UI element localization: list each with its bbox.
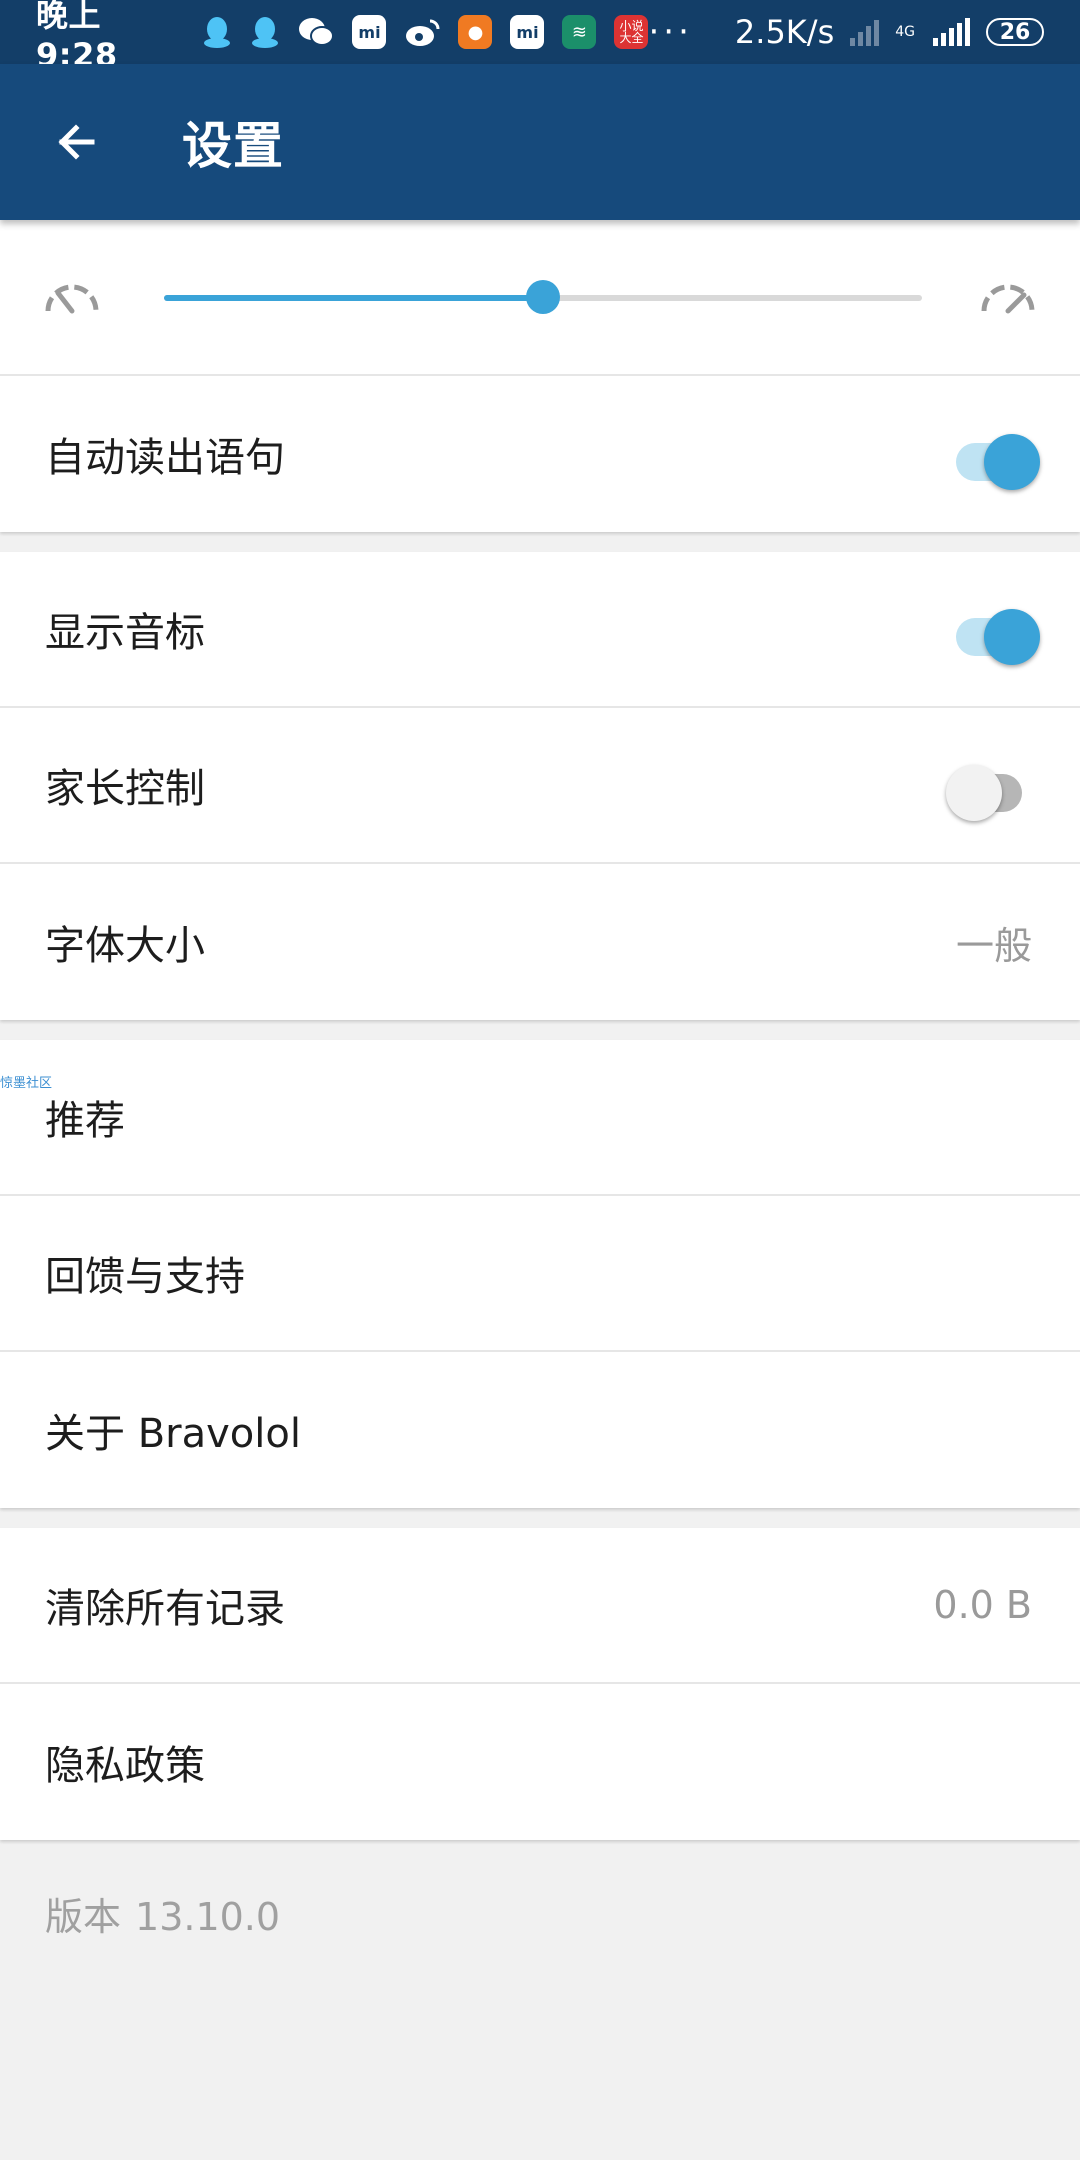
app-green-icon: ≋: [562, 15, 597, 49]
show-phonetic-row[interactable]: 显示音标: [0, 552, 1080, 708]
clear-history-row[interactable]: 清除所有记录 0.0 B: [0, 1528, 1080, 1684]
cell-signal-icon: [933, 18, 970, 46]
parental-control-label: 家长控制: [45, 766, 205, 812]
recommend-label: 推荐: [45, 1098, 125, 1144]
back-button[interactable]: [36, 102, 116, 182]
speedometer-slow-icon: [45, 284, 99, 314]
auto-read-toggle[interactable]: [952, 424, 1040, 490]
mi-store-icon: mi: [510, 15, 545, 49]
qq-icon: [252, 17, 279, 48]
display-settings-group: 显示音标 家长控制 字体大小 一般: [0, 552, 1080, 1020]
data-group: 清除所有记录 0.0 B 隐私政策: [0, 1528, 1080, 1840]
back-arrow-icon: [58, 124, 95, 160]
network-speed: 2.5K/s: [734, 13, 835, 51]
battery-icon: 26: [986, 18, 1044, 46]
status-bar: 晚上9:28 mi ● mi ≋ 小说大全 ··· 2.5K/s 4G 26: [0, 0, 1080, 74]
parental-control-row[interactable]: 家长控制: [0, 708, 1080, 864]
toggle-knob: [946, 765, 1002, 821]
version-label: 版本: [45, 1895, 122, 1939]
auto-read-label: 自动读出语句: [45, 435, 285, 481]
page-title: 设置: [182, 117, 284, 175]
novel-app-icon: 小说大全: [614, 15, 649, 49]
more-notifications-icon: ···: [648, 12, 693, 52]
toggle-knob: [984, 434, 1040, 490]
wifi-signal-icon: [850, 18, 880, 46]
slider-fill: [164, 295, 543, 301]
about-row[interactable]: 关于 Bravolol: [0, 1352, 1080, 1508]
feedback-label: 回馈与支持: [45, 1254, 245, 1300]
watermark-text: 惊墨社区: [0, 1076, 53, 1091]
privacy-policy-row[interactable]: 隐私政策: [0, 1684, 1080, 1840]
recommend-row[interactable]: 惊墨社区 推荐: [0, 1040, 1080, 1196]
font-size-value: 一般: [955, 923, 1032, 968]
notification-icons: mi ● mi ≋ 小说大全: [202, 15, 649, 49]
about-label: 关于 Bravolol: [45, 1411, 301, 1457]
auto-read-row[interactable]: 自动读出语句: [0, 376, 1080, 532]
about-group: 惊墨社区 推荐 回馈与支持 关于 Bravolol: [0, 1040, 1080, 1508]
reading-settings-group: 自动读出语句: [0, 220, 1080, 532]
mi-store-icon: mi: [352, 15, 387, 49]
version-number: 13.10.0: [135, 1895, 281, 1939]
qq-icon: [204, 17, 231, 48]
taobao-icon: ●: [458, 15, 493, 49]
speech-speed-row: [0, 220, 1080, 376]
history-size-value: 0.0 B: [933, 1583, 1032, 1627]
privacy-policy-label: 隐私政策: [45, 1743, 205, 1789]
speech-speed-slider[interactable]: [164, 277, 922, 317]
network-type: 4G: [895, 24, 915, 40]
font-size-row[interactable]: 字体大小 一般: [0, 864, 1080, 1020]
slider-thumb[interactable]: [526, 280, 560, 314]
wechat-icon: [299, 18, 335, 46]
speedometer-fast-icon: [981, 284, 1035, 314]
toggle-knob: [984, 609, 1040, 665]
font-size-label: 字体大小: [45, 923, 205, 969]
show-phonetic-toggle[interactable]: [952, 599, 1040, 665]
show-phonetic-label: 显示音标: [45, 610, 205, 656]
version-info: 版本 13.10.0: [0, 1860, 1080, 1967]
feedback-row[interactable]: 回馈与支持: [0, 1196, 1080, 1352]
app-bar: 设置: [0, 64, 1080, 220]
parental-control-toggle[interactable]: [946, 755, 1038, 821]
weibo-icon: [406, 19, 440, 46]
clear-history-label: 清除所有记录: [45, 1586, 285, 1632]
status-time: 晚上9:28: [36, 0, 118, 74]
